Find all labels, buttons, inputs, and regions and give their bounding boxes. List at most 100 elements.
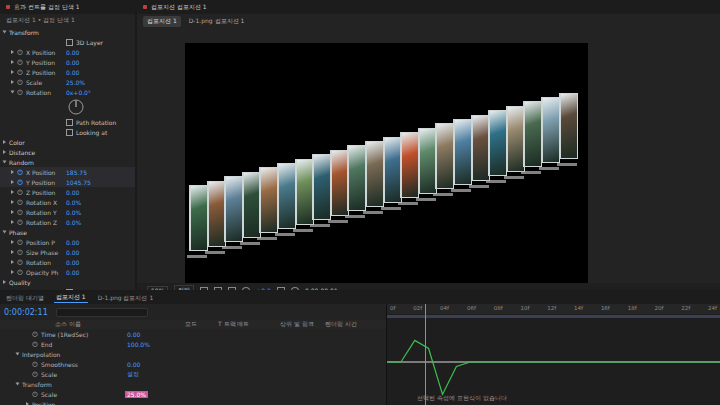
stopwatch-icon[interactable]: [32, 361, 38, 367]
breadcrumb[interactable]: D-1.png 컴포지션 1: [185, 16, 249, 27]
stopwatch-icon[interactable]: [17, 69, 23, 75]
property-value[interactable]: 0.00: [66, 249, 135, 256]
property-row[interactable]: 3D Layer: [0, 37, 135, 47]
time-ruler[interactable]: 0f02f04f06f08f10f12f14f16f18f20f22f24f: [387, 304, 720, 314]
expand-icon[interactable]: [11, 190, 14, 194]
timeline-row[interactable]: Scale 25.0%: [0, 389, 386, 399]
timeline-row[interactable]: Scale 설정: [0, 369, 386, 379]
property-row[interactable]: Phase: [0, 227, 135, 237]
property-row[interactable]: X Position 0.00: [0, 47, 135, 57]
stopwatch-icon[interactable]: [17, 259, 23, 265]
work-area-bar[interactable]: [387, 315, 720, 318]
property-value[interactable]: 0.00: [66, 69, 135, 76]
viewer-tab[interactable]: 컴포지션 컴포지션 1: [137, 0, 720, 14]
expand-icon[interactable]: [11, 91, 15, 94]
expand-icon[interactable]: [11, 270, 14, 274]
property-row[interactable]: Rotation X 0.0%: [0, 197, 135, 207]
expand-icon[interactable]: [11, 200, 14, 204]
property-row[interactable]: Rotation Y 0.0%: [0, 207, 135, 217]
stopwatch-icon[interactable]: [17, 249, 23, 255]
expand-icon[interactable]: [11, 210, 14, 214]
stopwatch-icon[interactable]: [17, 79, 23, 85]
timeline-tab[interactable]: 컴포지션 1: [54, 293, 88, 303]
timeline-tab[interactable]: D-1.png 컴포지션 1: [96, 294, 156, 303]
property-row[interactable]: Transform: [0, 27, 135, 37]
property-value[interactable]: 25.0%: [66, 79, 135, 86]
checkbox[interactable]: [66, 129, 73, 136]
expand-icon[interactable]: [11, 250, 14, 254]
property-value[interactable]: 0.00: [66, 259, 135, 266]
expand-icon[interactable]: [11, 170, 14, 174]
property-row[interactable]: Quality: [0, 277, 135, 287]
expand-icon[interactable]: [11, 260, 14, 264]
expand-icon[interactable]: [3, 31, 7, 34]
property-value[interactable]: 185.75: [66, 169, 135, 176]
search-field[interactable]: [56, 308, 148, 317]
column-label[interactable]: 모드: [185, 320, 218, 329]
panel-tab[interactable]: 효과 컨트롤 검정 단색 1: [0, 0, 135, 14]
property-row[interactable]: X Position 185.75: [0, 167, 135, 177]
timeline-row[interactable]: Time (1RedSec) 0.00: [0, 329, 386, 339]
property-row[interactable]: Scale 25.0%: [0, 77, 135, 87]
stopwatch-icon[interactable]: [32, 371, 38, 377]
property-row[interactable]: Distance: [0, 147, 135, 157]
timeline-row[interactable]: Position: [0, 399, 386, 405]
playhead[interactable]: [425, 304, 426, 405]
property-row[interactable]: Y Position 1045.75: [0, 177, 135, 187]
breadcrumb[interactable]: 컴포지션 1: [143, 16, 181, 27]
stopwatch-icon[interactable]: [17, 189, 23, 195]
close-icon[interactable]: [6, 5, 10, 9]
expand-icon[interactable]: [3, 150, 6, 154]
stopwatch-icon[interactable]: [17, 49, 23, 55]
expand-icon[interactable]: [11, 240, 14, 244]
property-row[interactable]: Random: [0, 157, 135, 167]
expand-icon[interactable]: [11, 80, 14, 84]
timecode[interactable]: 0:00:02:11: [4, 308, 48, 317]
row-value[interactable]: 설정: [125, 370, 141, 379]
expand-icon[interactable]: [3, 161, 7, 164]
property-row[interactable]: Z Position 0.00: [0, 187, 135, 197]
stopwatch-icon[interactable]: [17, 59, 23, 65]
expand-icon[interactable]: [3, 280, 6, 284]
row-value[interactable]: 0.00: [125, 331, 142, 338]
row-value[interactable]: 0.00: [125, 361, 142, 368]
property-row[interactable]: Path Rotation: [0, 117, 135, 127]
expand-icon[interactable]: [11, 50, 14, 54]
property-value[interactable]: 0.00: [66, 59, 135, 66]
property-value[interactable]: 0.00: [66, 239, 135, 246]
property-value[interactable]: 0.0%: [66, 209, 135, 216]
timeline-row[interactable]: Transform: [0, 379, 386, 389]
rotation-dial-icon[interactable]: [68, 99, 84, 115]
expand-icon[interactable]: [26, 402, 29, 405]
stopwatch-icon[interactable]: [17, 269, 23, 275]
property-row[interactable]: Rotation Z 0.0%: [0, 217, 135, 227]
property-row[interactable]: Y Position 0.00: [0, 57, 135, 67]
property-value[interactable]: 0x+0.0°: [66, 89, 135, 96]
stopwatch-icon[interactable]: [32, 341, 38, 347]
expand-icon[interactable]: [11, 180, 14, 184]
row-value[interactable]: 25.0%: [125, 391, 148, 398]
property-row[interactable]: Position P 0.00: [0, 237, 135, 247]
property-row[interactable]: Z Position 0.00: [0, 67, 135, 77]
stopwatch-icon[interactable]: [32, 391, 38, 397]
column-label[interactable]: 렌더링 시간: [325, 320, 387, 329]
column-label[interactable]: T 트랙 매트: [218, 320, 280, 329]
column-label[interactable]: 소스 이름: [55, 320, 185, 329]
timeline-row[interactable]: End 100.0%: [0, 339, 386, 349]
property-value[interactable]: 0.0%: [66, 199, 135, 206]
property-row[interactable]: Size Phase 0.00: [0, 247, 135, 257]
property-row[interactable]: Looking at: [0, 127, 135, 137]
expand-icon[interactable]: [3, 140, 6, 144]
expand-icon[interactable]: [11, 60, 14, 64]
stopwatch-icon[interactable]: [17, 199, 23, 205]
stopwatch-icon[interactable]: [17, 209, 23, 215]
timeline-tab[interactable]: 렌더링 대기열: [4, 294, 46, 303]
row-value[interactable]: 100.0%: [125, 341, 152, 348]
timeline-row[interactable]: Interpolation: [0, 349, 386, 359]
expand-icon[interactable]: [11, 220, 14, 224]
stopwatch-icon[interactable]: [17, 89, 23, 95]
stopwatch-icon[interactable]: [17, 179, 23, 185]
property-value[interactable]: 0.00: [66, 49, 135, 56]
property-value[interactable]: 1045.75: [66, 179, 135, 186]
property-row[interactable]: Color: [0, 137, 135, 147]
